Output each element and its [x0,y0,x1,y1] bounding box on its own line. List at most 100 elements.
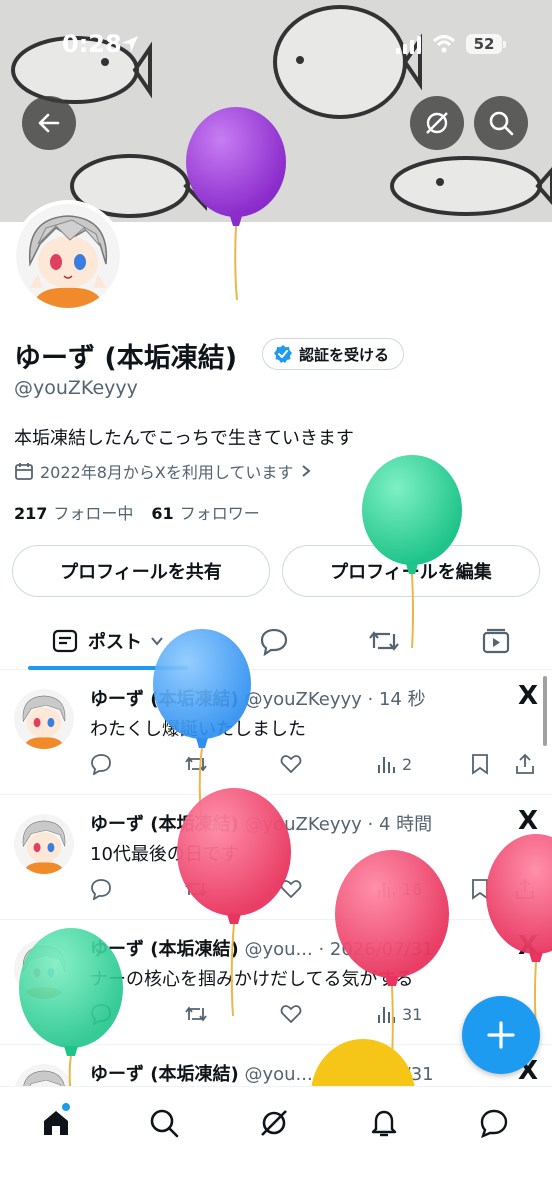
reply-button[interactable] [90,753,112,775]
wifi-icon [432,35,456,53]
repost-icon [185,756,207,772]
get-verified-button[interactable]: 認証を受ける [262,338,405,370]
post-header: ゆーず (本垢凍結) @you... · 2026/07/31 [90,939,434,960]
share-button[interactable] [514,878,536,900]
plus-icon [487,1021,515,1049]
reply-icon [91,879,111,900]
bell-icon [371,1110,397,1137]
chevron-right-icon [302,465,311,477]
nav-messages[interactable] [474,1103,514,1143]
status-time: 0:28 [62,30,122,58]
profile-avatar[interactable] [12,200,124,312]
views-icon [378,757,395,773]
article-icon [52,629,78,653]
signal-icon [396,36,421,54]
post-time: 14 秒 [378,689,426,710]
post-author-handle: @youZKeyyy [244,689,362,710]
post-avatar-image [14,1064,74,1086]
home-notification-dot [62,1103,70,1111]
back-arrow-icon [38,113,60,133]
like-button[interactable] [280,1003,302,1025]
views-icon [378,1007,395,1023]
edit-profile-label: プロフィールを編集 [330,562,492,583]
share-button[interactable] [514,753,536,775]
compose-post-button[interactable] [462,996,540,1074]
views-button[interactable]: 16 [376,878,422,900]
post-item[interactable]: ゆーず (本垢凍結) @youZKeyyy · 14 秒 X わたくし爆誕いたし… [0,671,552,795]
joined-date-link[interactable]: 2022年8月からXを利用しています [14,459,313,483]
views-icon [378,882,395,898]
views-count: 16 [402,879,423,899]
bookmark-icon [472,754,488,775]
repost-icon [185,881,207,897]
bookmark-button[interactable] [470,878,490,900]
nav-grok[interactable] [254,1103,294,1143]
following-count: 217 [14,504,48,523]
post-text: わたくし爆誕いたしました [90,719,306,740]
calendar-icon [15,463,33,480]
post-avatar[interactable] [14,689,74,749]
reply-button[interactable] [90,878,112,900]
bottom-navigation [0,1086,552,1200]
grok-icon [261,1110,287,1136]
post-avatar-image [14,814,74,874]
chevron-down-icon [151,637,163,646]
messages-icon [480,1109,508,1139]
reply-icon [91,754,111,775]
post-item[interactable]: ゆーず (本垢凍結) @youZKeyyy · 4 時間 X 10代最後の日です… [0,796,552,920]
post-author-handle: @you... [244,939,313,960]
battery-indicator: 52 [466,34,502,54]
x-logo-icon: X [517,931,538,961]
scrollbar[interactable] [543,676,547,746]
share-profile-label: プロフィールを共有 [60,562,222,583]
nav-search[interactable] [144,1103,184,1143]
like-icon [280,1005,302,1024]
grok-button[interactable] [410,96,464,150]
post-time: 4 時間 [378,814,433,835]
reply-icon [91,1004,111,1025]
battery-tip [503,41,506,48]
profile-tabs: ポスト [0,612,552,670]
follow-stats: 217 フォロー中 61 フォロワー [14,500,260,524]
like-icon [280,880,302,899]
post-avatar[interactable] [14,1064,74,1086]
views-button[interactable]: 2 [376,753,412,775]
post-avatar[interactable] [14,814,74,874]
following-label: フォロー中 [53,504,134,523]
like-button[interactable] [280,753,302,775]
followers-link[interactable]: 61 フォロワー [151,500,259,524]
edit-profile-button[interactable]: プロフィールを編集 [282,545,540,597]
status-bar: 0:28 52 [0,0,552,90]
reply-button[interactable] [90,1003,112,1025]
search-button[interactable] [474,96,528,150]
post-avatar[interactable] [14,939,74,999]
profile-handle: @youZKeyyy [14,377,138,399]
tab-active-indicator [28,666,188,670]
tab-reposts[interactable] [354,612,414,670]
nav-home[interactable] [36,1103,76,1143]
repost-button[interactable] [184,1003,208,1025]
post-author-name: ゆーず (本垢凍結) [90,814,239,835]
x-logo-icon: X [517,681,538,711]
post-time: 2026/07/31 [329,939,434,960]
repost-button[interactable] [184,753,208,775]
repost-icon [369,631,399,651]
post-time: 2026/07/31 [329,1064,434,1085]
share-profile-button[interactable]: プロフィールを共有 [12,545,270,597]
like-button[interactable] [280,878,302,900]
tab-posts[interactable]: ポスト [28,612,188,670]
search-icon [150,1109,179,1138]
back-button[interactable] [22,96,76,150]
post-author-name: ゆーず (本垢凍結) [90,689,239,710]
following-link[interactable]: 217 フォロー中 [14,500,133,524]
tab-replies[interactable] [244,612,304,670]
nav-notifications[interactable] [364,1103,404,1143]
repost-button[interactable] [184,878,208,900]
post-header: ゆーず (本垢凍結) @you... · 2026/07/31 [90,1064,434,1085]
post-header: ゆーず (本垢凍結) @youZKeyyy · 4 時間 [90,814,433,835]
bookmark-button[interactable] [470,753,490,775]
post-author-name: ゆーず (本垢凍結) [90,939,239,960]
post-author-name: ゆーず (本垢凍結) [90,1064,239,1085]
tab-media[interactable] [466,612,526,670]
views-button[interactable]: 31 [376,1003,422,1025]
